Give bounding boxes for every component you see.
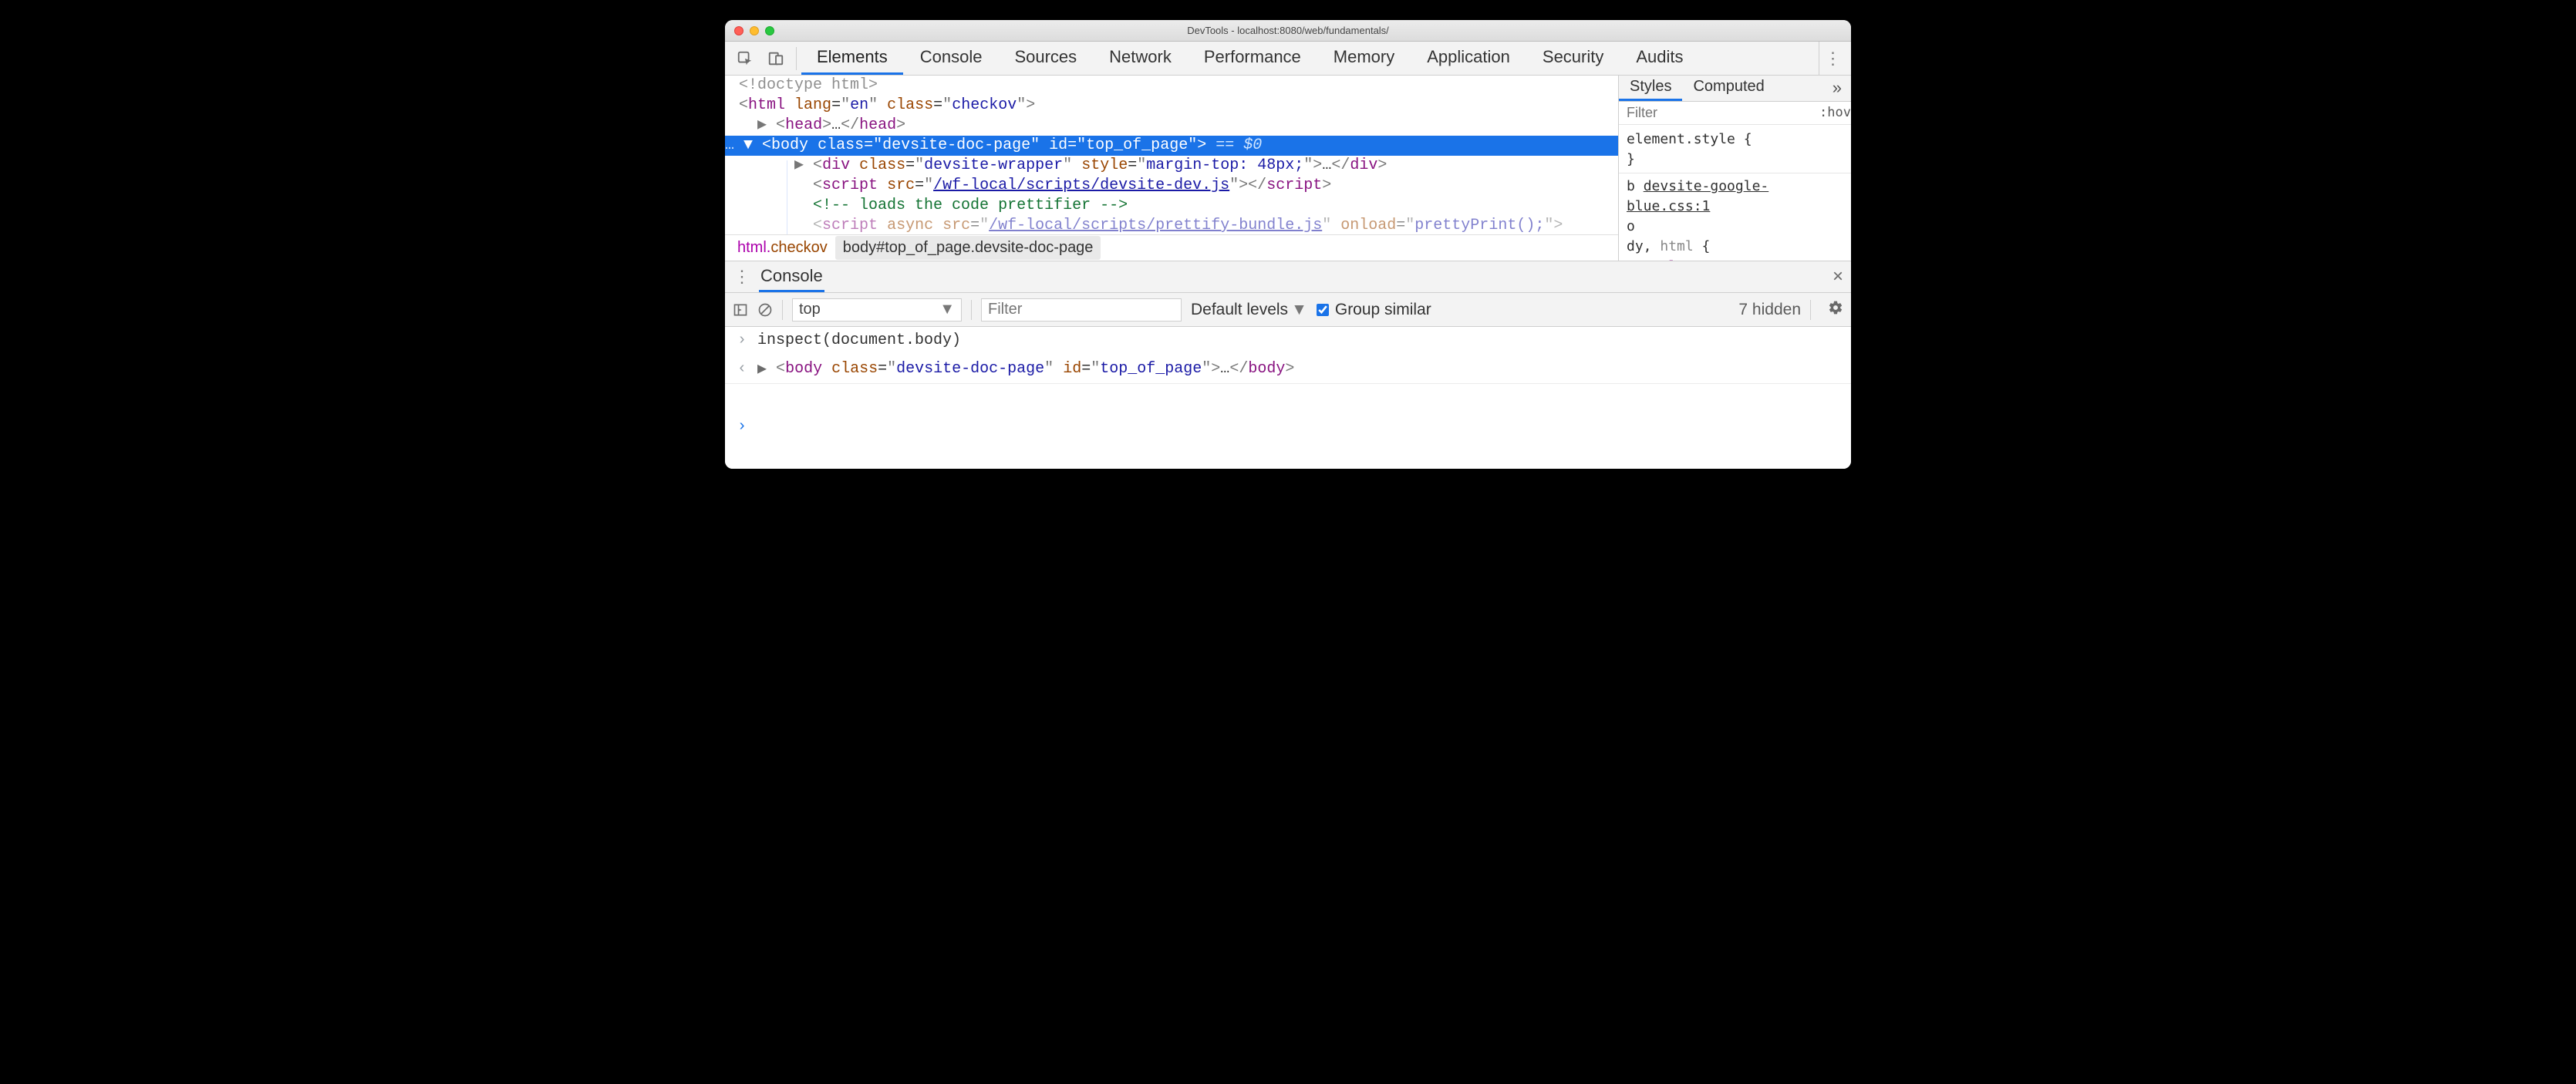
console-command-text: inspect(document.body) (757, 332, 961, 349)
toolbar-separator (782, 300, 783, 320)
console-settings-icon[interactable] (1820, 300, 1843, 320)
dom-panel: <!doctype html> <html lang="en" class="c… (725, 76, 1618, 261)
console-filter-input[interactable] (981, 298, 1182, 321)
console-output[interactable]: › inspect(document.body) ‹ ▶ <body class… (725, 327, 1851, 469)
dom-node-head[interactable]: ▶ <head>…</head> (725, 116, 1618, 136)
input-chevron-icon: › (736, 332, 748, 349)
rule-source-link[interactable]: devsite-google-blue.css:1 (1627, 178, 1768, 214)
dom-node-html[interactable]: <html lang="en" class="checkov"> (725, 96, 1618, 116)
dom-tree[interactable]: <!doctype html> <html lang="en" class="c… (725, 76, 1618, 234)
styles-filter-input[interactable] (1619, 105, 1813, 121)
console-toolbar: top▼ Default levels ▼ Group similar 7 hi… (725, 293, 1851, 327)
styles-tab-styles[interactable]: Styles (1619, 76, 1682, 101)
tab-application[interactable]: Application (1411, 42, 1526, 75)
tab-security[interactable]: Security (1527, 42, 1619, 75)
log-levels-select[interactable]: Default levels ▼ (1191, 301, 1307, 319)
expand-arrow-icon[interactable]: ▶ (757, 359, 767, 379)
tab-sources[interactable]: Sources (999, 42, 1092, 75)
element-style-rule: element.style { } (1627, 130, 1843, 170)
styles-filter-row: :hov .cls + (1619, 102, 1851, 125)
inspect-element-icon[interactable] (730, 42, 760, 76)
main-tabs: Elements Console Sources Network Perform… (801, 42, 1819, 75)
dom-node-div[interactable]: ▶ <div class="devsite-wrapper" style="ma… (725, 156, 1618, 176)
chevron-down-icon: ▼ (1291, 301, 1307, 319)
chevron-down-icon: ▼ (939, 301, 955, 318)
drawer-close-icon[interactable]: × (1833, 266, 1843, 288)
tab-memory[interactable]: Memory (1318, 42, 1410, 75)
tab-elements[interactable]: Elements (801, 42, 903, 75)
breadcrumb: html.checkov body#top_of_page.devsite-do… (725, 234, 1618, 261)
drawer-tab-console[interactable]: Console (759, 261, 824, 292)
crumb-body[interactable]: body#top_of_page.devsite-doc-page (835, 236, 1101, 260)
hover-toggle[interactable]: :hov (1813, 105, 1851, 120)
tab-network[interactable]: Network (1094, 42, 1187, 75)
dom-node-doctype[interactable]: <!doctype html> (725, 76, 1618, 96)
console-result-node[interactable]: <body class="devsite-doc-page" id="top_o… (776, 360, 1294, 378)
drawer-menu-icon[interactable]: ⋮ (733, 267, 751, 287)
dom-node-script1[interactable]: <script src="/wf-local/scripts/devsite-d… (725, 176, 1618, 196)
styles-body[interactable]: element.style { } b devsite-google-blue.… (1619, 125, 1851, 261)
tab-performance[interactable]: Performance (1189, 42, 1317, 75)
styles-tabs: Styles Computed » (1619, 76, 1851, 102)
output-chevron-icon: ‹ (736, 360, 748, 378)
crumb-html[interactable]: html.checkov (730, 236, 835, 260)
toolbar-separator (1810, 300, 1811, 320)
drawer-header: ⋮ Console × (725, 261, 1851, 293)
top-toolbar: Elements Console Sources Network Perform… (725, 42, 1851, 76)
console-drawer: ⋮ Console × top▼ Default levels ▼ Group … (725, 261, 1851, 469)
styles-panel: Styles Computed » :hov .cls + element.st… (1618, 76, 1851, 261)
window-title: DevTools - localhost:8080/web/fundamenta… (725, 25, 1851, 36)
console-command-row[interactable]: › inspect(document.body) (725, 327, 1851, 354)
css-rule: b devsite-google-blue.css:1 o dy, html {… (1619, 173, 1851, 261)
dom-node-body-selected[interactable]: … ▼ <body class="devsite-doc-page" id="t… (725, 136, 1618, 156)
console-prompt[interactable]: › (725, 384, 1851, 469)
prompt-chevron-icon: › (736, 418, 748, 436)
context-select[interactable]: top▼ (792, 298, 962, 321)
console-result-row[interactable]: ‹ ▶ <body class="devsite-doc-page" id="t… (725, 354, 1851, 384)
styles-tab-computed[interactable]: Computed (1682, 76, 1775, 101)
group-similar-checkbox[interactable] (1317, 304, 1329, 316)
toolbar-separator (796, 47, 797, 70)
device-toolbar-icon[interactable] (760, 42, 791, 76)
tab-console[interactable]: Console (905, 42, 998, 75)
styles-more-icon[interactable]: » (1823, 78, 1851, 98)
show-sidebar-icon[interactable] (733, 302, 748, 318)
dom-node-comment[interactable]: <!-- loads the code prettifier --> (725, 196, 1618, 216)
group-similar-toggle[interactable]: Group similar (1317, 301, 1431, 319)
main-panel: <!doctype html> <html lang="en" class="c… (725, 76, 1851, 261)
more-menu-icon[interactable]: ⋮ (1819, 42, 1846, 75)
clear-console-icon[interactable] (757, 302, 773, 318)
dom-node-script2[interactable]: <script async src="/wf-local/scripts/pre… (725, 216, 1618, 234)
toolbar-separator (971, 300, 972, 320)
titlebar: DevTools - localhost:8080/web/fundamenta… (725, 20, 1851, 42)
devtools-window: DevTools - localhost:8080/web/fundamenta… (725, 20, 1851, 469)
hidden-messages-count[interactable]: 7 hidden (1738, 301, 1801, 319)
tab-audits[interactable]: Audits (1620, 42, 1698, 75)
